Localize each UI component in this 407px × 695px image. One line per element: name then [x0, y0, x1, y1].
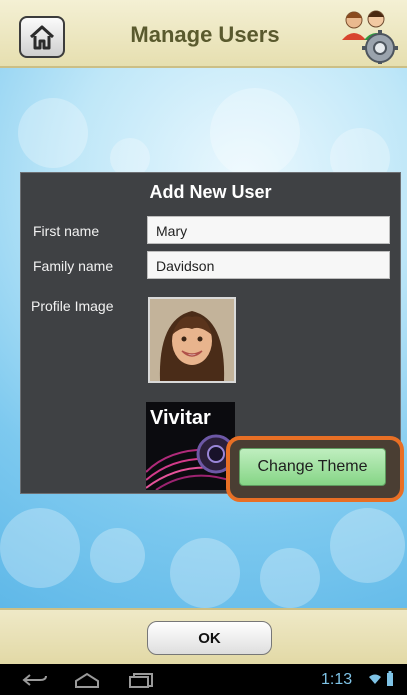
dialog-title: Add New User: [149, 182, 272, 202]
action-bar: OK: [0, 608, 407, 664]
page-title: Manage Users: [130, 22, 280, 47]
recent-apps-icon[interactable]: [128, 672, 154, 688]
profile-image-label: Profile Image: [31, 298, 114, 314]
wifi-icon: [369, 674, 381, 684]
battery-icon: [387, 671, 393, 686]
bubble-decoration: [18, 98, 88, 168]
users-settings-icon[interactable]: [340, 6, 400, 64]
family-name-label: Family name: [33, 258, 114, 274]
bubble-decoration: [90, 528, 145, 583]
family-name-field[interactable]: Davidson: [147, 251, 390, 279]
bubble-decoration: [170, 538, 240, 608]
theme-thumbnail[interactable]: Vivitar: [146, 402, 235, 490]
home-icon: [29, 25, 55, 50]
bubble-decoration: [210, 88, 300, 178]
bubble-decoration: [330, 508, 405, 583]
system-navigation-bar: 1:13: [0, 664, 407, 695]
nav-home-icon[interactable]: [74, 672, 100, 688]
home-button[interactable]: [19, 16, 65, 58]
bubble-decoration: [260, 548, 320, 608]
change-theme-button[interactable]: Change Theme: [239, 448, 386, 486]
first-name-label: First name: [33, 223, 100, 239]
ok-button[interactable]: OK: [147, 621, 272, 655]
app-header: Manage Users: [0, 0, 407, 68]
profile-image[interactable]: [148, 297, 236, 383]
back-icon[interactable]: [22, 673, 48, 687]
clock: 1:13: [321, 671, 353, 688]
bubble-decoration: [0, 508, 80, 588]
theme-brand-text: Vivitar: [150, 407, 211, 429]
first-name-field[interactable]: Mary: [147, 216, 390, 244]
